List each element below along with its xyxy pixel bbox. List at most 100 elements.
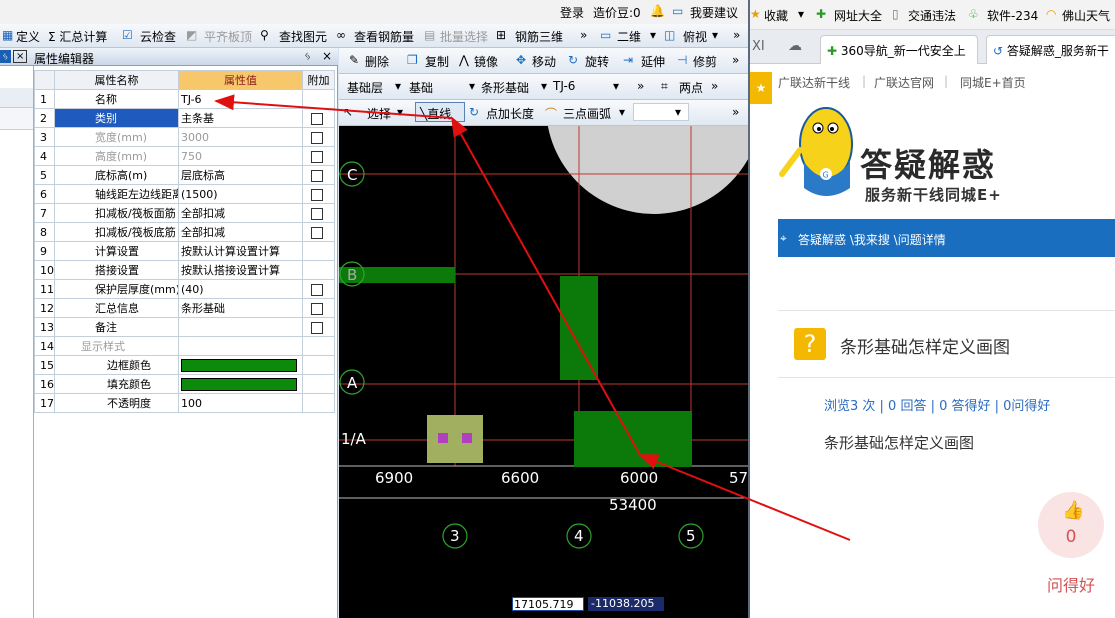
property-value[interactable]: (40): [178, 279, 303, 299]
extra-checkbox[interactable]: [311, 226, 323, 239]
table-row[interactable]: 5 底标高(m) 层底标高: [34, 165, 335, 185]
table-row[interactable]: 10 搭接设置 按默认搭接设置计算: [34, 260, 335, 280]
overflow-chevron-icon[interactable]: »: [732, 105, 739, 119]
floor-select[interactable]: 基础层: [347, 79, 383, 96]
view-rebar-button[interactable]: 查看钢筋量: [354, 28, 414, 45]
chevron-down-icon[interactable]: ▾: [619, 105, 625, 119]
property-value[interactable]: [178, 336, 303, 356]
coord-x-field[interactable]: 17105.719: [512, 597, 584, 611]
close-icon[interactable]: ×: [13, 50, 28, 63]
table-row[interactable]: 8 扣减板/筏板底筋 全部扣减: [34, 222, 335, 242]
table-row[interactable]: 7 扣减板/筏板面筋 全部扣减: [34, 203, 335, 223]
site-link[interactable]: 广联达新干线: [778, 74, 850, 91]
bell-icon[interactable]: 🔔: [650, 4, 665, 18]
category-select[interactable]: 基础: [409, 79, 433, 96]
extra-checkbox[interactable]: [311, 283, 323, 296]
software-link[interactable]: 软件-234: [987, 7, 1038, 24]
chevron-down-icon[interactable]: ▾: [397, 105, 403, 119]
tab-qa[interactable]: ↺ 答疑解惑_服务新干: [986, 35, 1115, 64]
close-icon[interactable]: XI: [752, 39, 765, 54]
property-value[interactable]: [178, 374, 303, 394]
chevron-down-icon[interactable]: ▾: [650, 28, 656, 42]
chevron-down-icon[interactable]: ▾: [613, 79, 619, 93]
strip-foundation-vertical[interactable]: [560, 276, 598, 380]
table-row[interactable]: 1 名称 TJ-6: [34, 89, 335, 109]
cloud-check-button[interactable]: 云检查: [140, 28, 176, 45]
login-link[interactable]: 登录: [560, 4, 584, 21]
table-row[interactable]: 17 不透明度 100: [34, 393, 335, 413]
two-point-button[interactable]: 两点: [679, 79, 703, 96]
site-link[interactable]: 同城E+首页: [960, 74, 1026, 91]
point-length-button[interactable]: 点加长度: [486, 105, 534, 122]
table-row[interactable]: 3 宽度(mm) 3000: [34, 127, 335, 147]
extend-button[interactable]: 延伸: [641, 53, 665, 70]
table-row[interactable]: 9 计算设置 按默认计算设置计算: [34, 241, 335, 261]
overflow-chevron-icon[interactable]: »: [711, 79, 718, 93]
table-row[interactable]: 2 类别 主条基: [34, 108, 335, 128]
element-name-select[interactable]: TJ-6: [553, 79, 575, 93]
tab-360[interactable]: ✚ 360导航_新一代安全上: [820, 35, 978, 64]
find-element-button[interactable]: 查找图元: [279, 28, 327, 45]
property-value[interactable]: 按默认计算设置计算: [178, 241, 303, 261]
property-value[interactable]: 按默认搭接设置计算: [178, 260, 303, 280]
view-angle-select[interactable]: 俯视: [683, 28, 707, 45]
pin-icon[interactable]: ᛃ: [0, 50, 11, 63]
property-value[interactable]: 3000: [178, 127, 303, 147]
overflow-chevron-icon[interactable]: »: [637, 79, 644, 93]
property-value[interactable]: [178, 355, 303, 375]
property-value[interactable]: 层底标高: [178, 165, 303, 185]
extra-checkbox[interactable]: [311, 169, 323, 182]
like-button[interactable]: 👍: [1038, 492, 1104, 558]
coord-y-field[interactable]: -11038.205: [588, 597, 664, 611]
extra-checkbox[interactable]: [311, 302, 323, 315]
property-value[interactable]: [178, 317, 303, 337]
table-row[interactable]: 15 边框颜色: [34, 355, 335, 375]
property-value[interactable]: 全部扣减: [178, 222, 303, 242]
chevron-down-icon[interactable]: ▾: [675, 105, 681, 119]
element-type-select[interactable]: 条形基础: [481, 79, 529, 96]
rotate-button[interactable]: 旋转: [585, 53, 609, 70]
extra-checkbox[interactable]: [311, 188, 323, 201]
extra-checkbox[interactable]: [311, 131, 323, 144]
mirror-button[interactable]: 镜像: [474, 53, 498, 70]
property-value[interactable]: 主条基: [178, 108, 303, 128]
favorites-button[interactable]: 收藏: [764, 7, 788, 24]
chevron-down-icon[interactable]: ▾: [541, 79, 547, 93]
define-button[interactable]: 定义: [16, 28, 40, 45]
border-color-swatch[interactable]: [181, 358, 297, 372]
table-row[interactable]: 13 备注: [34, 317, 335, 337]
extra-checkbox[interactable]: [311, 112, 323, 125]
sum-calc-button[interactable]: Σ 汇总计算: [48, 28, 107, 45]
cloud-icon[interactable]: ☁: [788, 38, 802, 54]
suggest-link[interactable]: 我要建议: [690, 4, 738, 21]
property-value[interactable]: (1500): [178, 184, 303, 204]
select-button[interactable]: 选择: [367, 105, 391, 122]
extra-checkbox[interactable]: [311, 207, 323, 220]
column-marker[interactable]: [438, 433, 448, 443]
line-tool-button[interactable]: ╲直线: [415, 102, 465, 122]
extra-checkbox[interactable]: [311, 321, 323, 334]
pin-icon[interactable]: ᛃ: [304, 49, 311, 63]
overflow-chevron-icon[interactable]: »: [733, 28, 740, 42]
property-value[interactable]: 100: [178, 393, 303, 413]
table-row[interactable]: 16 填充颜色: [34, 374, 335, 394]
table-row[interactable]: 6 轴线距左边线距离 (1500): [34, 184, 335, 204]
breadcrumb[interactable]: 答疑解惑 \我来搜 \问题详情: [798, 231, 946, 248]
close-icon[interactable]: ×: [322, 49, 332, 63]
column-marker[interactable]: [462, 433, 472, 443]
three-point-arc-button[interactable]: 三点画弧: [563, 105, 611, 122]
flat-top-button[interactable]: 平齐板顶: [204, 28, 252, 45]
like-label[interactable]: 问得好: [1028, 572, 1114, 596]
move-button[interactable]: 移动: [532, 53, 556, 70]
drawing-canvas[interactable]: C B A 1/A 3 4 5 6900 6600 6000 57 53400: [339, 126, 748, 618]
extra-checkbox[interactable]: [311, 150, 323, 163]
column-footing[interactable]: [427, 415, 483, 463]
property-value[interactable]: TJ-6: [178, 89, 303, 109]
weather-link[interactable]: 佛山天气: [1062, 7, 1110, 24]
table-row[interactable]: 4 高度(mm) 750: [34, 146, 335, 166]
property-value[interactable]: 条形基础: [178, 298, 303, 318]
delete-button[interactable]: 删除: [365, 53, 389, 70]
copy-button[interactable]: 复制: [425, 53, 449, 70]
chevron-down-icon[interactable]: ▾: [798, 7, 804, 21]
overflow-chevron-icon[interactable]: »: [580, 28, 587, 42]
